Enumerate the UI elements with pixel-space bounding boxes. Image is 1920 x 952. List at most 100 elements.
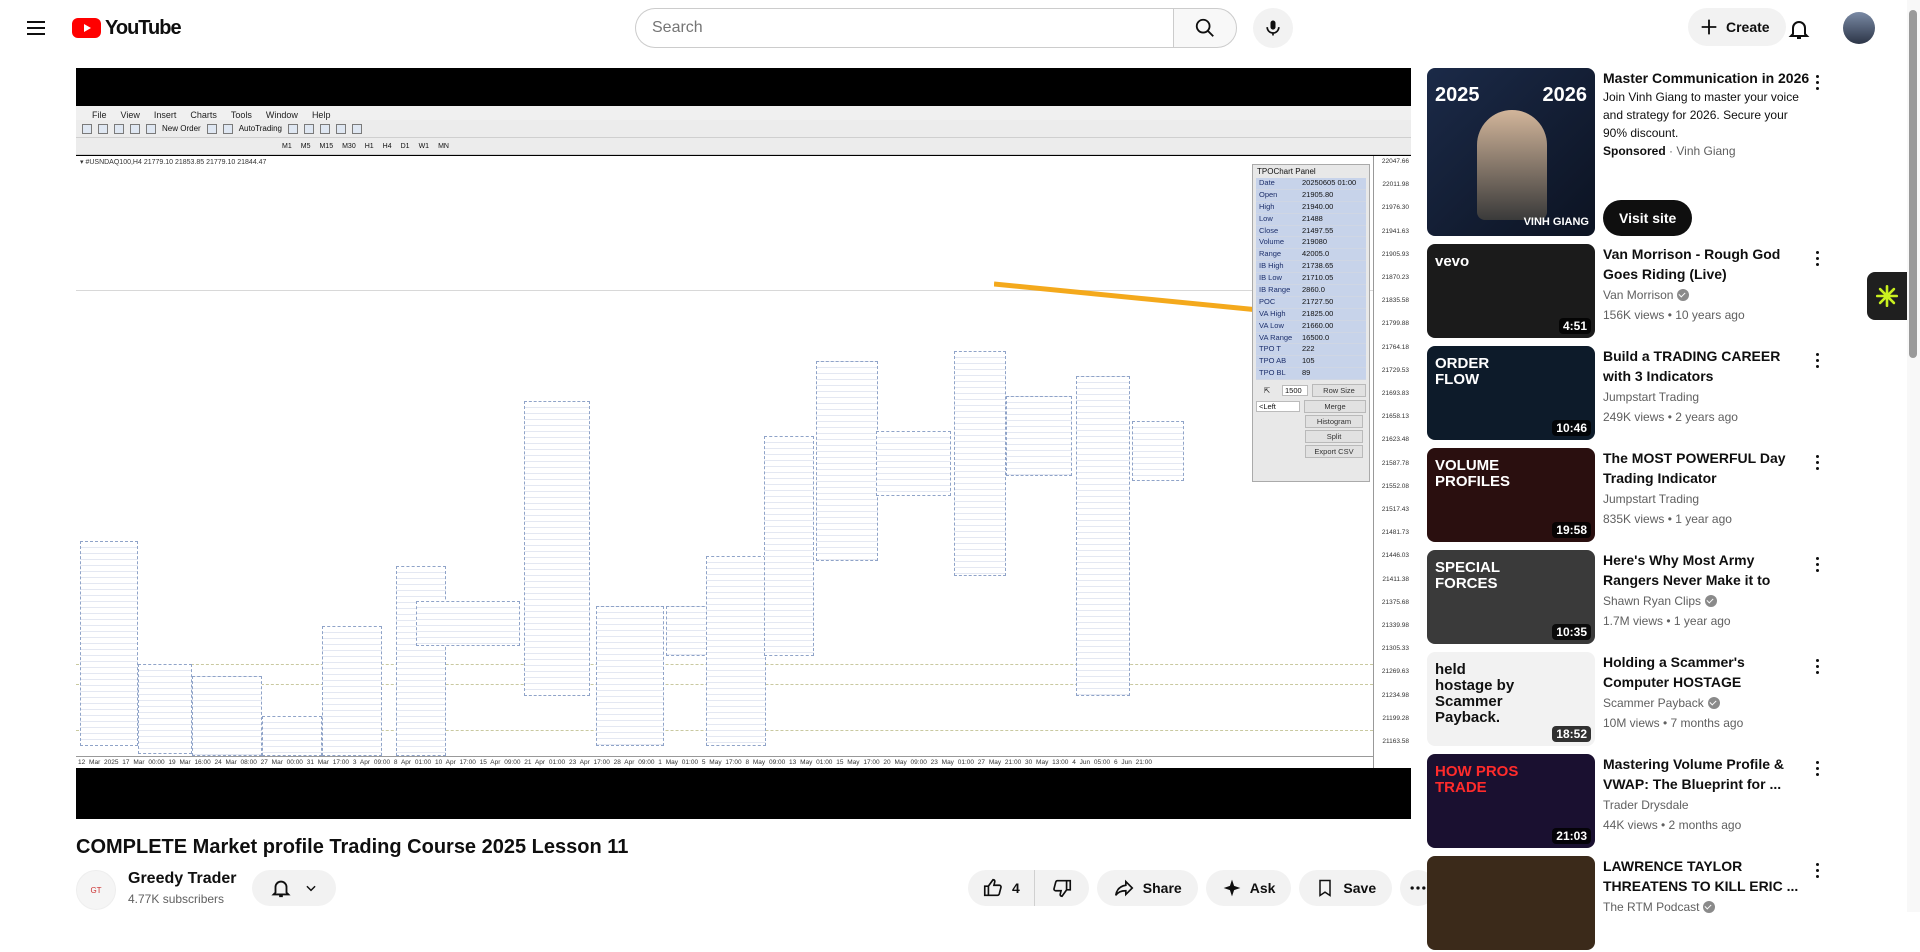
video-menu-icon[interactable] bbox=[1809, 758, 1825, 778]
video-title[interactable]: Van Morrison - Rough God Goes Riding (Li… bbox=[1603, 244, 1805, 284]
search-input[interactable] bbox=[652, 19, 1173, 37]
video-title[interactable]: Mastering Volume Profile & VWAP: The Blu… bbox=[1603, 754, 1805, 794]
video-menu-icon[interactable] bbox=[1809, 656, 1825, 676]
tpo-row-value: 20250605 01:00 bbox=[1302, 178, 1357, 187]
recommended-video[interactable]: SPECIAL FORCES 10:35 Here's Why Most Army … bbox=[1427, 550, 1825, 646]
video-title[interactable]: LAWRENCE TAYLOR THREATENS TO KILL ERIC .… bbox=[1603, 856, 1805, 896]
hamburger-menu-icon[interactable] bbox=[16, 8, 56, 48]
notifications-button[interactable] bbox=[1779, 9, 1819, 49]
subscription-bell-button[interactable] bbox=[252, 870, 336, 906]
microphone-icon bbox=[1266, 20, 1280, 36]
visit-site-button[interactable]: Visit site bbox=[1603, 200, 1693, 236]
price-tick-label: 21552.08 bbox=[1381, 482, 1409, 490]
tpo-profile bbox=[80, 541, 138, 746]
tpo-row-key: TPO T bbox=[1259, 344, 1281, 354]
price-tick-label: 21905.93 bbox=[1381, 250, 1409, 258]
create-button[interactable]: Create bbox=[1688, 8, 1786, 46]
tpo-profile bbox=[416, 601, 520, 646]
thumbnail-text: ORDER FLOW bbox=[1435, 355, 1490, 388]
video-channel[interactable]: Jumpstart Trading bbox=[1603, 390, 1699, 404]
ad-thumbnail[interactable]: 2025 2026 VINH GIANG bbox=[1427, 68, 1595, 236]
tpo-row-key: POC bbox=[1259, 296, 1276, 306]
timeframe-m5: M5 bbox=[300, 142, 311, 150]
recommended-video[interactable]: VOLUME PROFILES 19:58 The MOST POWERFUL Da… bbox=[1427, 448, 1825, 544]
price-tick-label: 21305.33 bbox=[1381, 645, 1409, 653]
video-meta: 835K views • 1 year ago bbox=[1603, 512, 1732, 526]
voice-search-button[interactable] bbox=[1253, 8, 1293, 48]
ask-label: Ask bbox=[1249, 880, 1276, 896]
share-icon bbox=[1114, 879, 1134, 897]
video-menu-icon[interactable] bbox=[1809, 860, 1825, 880]
tpo-row-key: VA High bbox=[1259, 308, 1286, 318]
video-title[interactable]: Holding a Scammer's Computer HOSTAGE bbox=[1603, 652, 1805, 692]
price-tick-label: 21764.18 bbox=[1381, 343, 1409, 351]
ad-menu-icon[interactable] bbox=[1809, 72, 1825, 92]
tpo-panel-row: TPO T 222 bbox=[1256, 344, 1366, 357]
youtube-logo[interactable]: YouTube bbox=[72, 16, 182, 40]
price-tick-label: 21234.98 bbox=[1381, 691, 1409, 699]
recommended-video[interactable]: ORDER FLOW 10:46 Build a TRADING CAREER wi… bbox=[1427, 346, 1825, 442]
video-thumbnail[interactable]: VOLUME PROFILES 19:58 bbox=[1427, 448, 1595, 542]
account-avatar[interactable] bbox=[1843, 12, 1875, 44]
video-thumbnail[interactable]: held hostage by Scammer Payback. 18:52 bbox=[1427, 652, 1595, 746]
video-channel[interactable]: Shawn Ryan Clips bbox=[1603, 594, 1718, 608]
video-menu-icon[interactable] bbox=[1809, 350, 1825, 370]
dislike-button[interactable] bbox=[1035, 870, 1089, 906]
left-select: <Left bbox=[1256, 401, 1300, 413]
sponsored-ad[interactable]: 2025 2026 VINH GIANG Master Communicatio… bbox=[1427, 68, 1825, 236]
video-thumbnail[interactable] bbox=[1427, 856, 1595, 950]
channel-name[interactable]: Greedy Trader bbox=[128, 870, 237, 888]
price-tick-label: 21976.30 bbox=[1381, 204, 1409, 212]
save-button[interactable]: Save bbox=[1299, 870, 1393, 906]
recommended-video[interactable]: HOW PROS TRADE 21:03 Mastering Volume Prof… bbox=[1427, 754, 1825, 850]
thumbs-up-icon bbox=[983, 878, 1002, 897]
video-channel[interactable]: Van Morrison bbox=[1603, 288, 1690, 302]
tpo-profile bbox=[954, 351, 1006, 576]
toolbar-icon bbox=[206, 123, 217, 134]
search-button[interactable] bbox=[1173, 8, 1237, 48]
video-thumbnail[interactable]: vevo 4:51 bbox=[1427, 244, 1595, 338]
tpo-row-value: 105 bbox=[1302, 356, 1315, 366]
tpo-panel-title: TPOChart Panel bbox=[1257, 167, 1316, 176]
tpo-profile bbox=[1132, 421, 1184, 481]
video-title[interactable]: The MOST POWERFUL Day Trading Indicator bbox=[1603, 448, 1805, 488]
search-box[interactable] bbox=[635, 8, 1173, 48]
like-button[interactable]: 4 bbox=[968, 870, 1035, 906]
assistant-widget-button[interactable] bbox=[1867, 272, 1907, 320]
page-scrollbar[interactable] bbox=[1907, 0, 1920, 912]
video-thumbnail[interactable]: ORDER FLOW 10:46 bbox=[1427, 346, 1595, 440]
tpo-row-key: High bbox=[1259, 201, 1275, 211]
tpo-panel-row: Volume 219080 bbox=[1256, 237, 1366, 250]
video-player[interactable]: File View Insert Charts Tools Window Hel… bbox=[76, 68, 1411, 819]
timeframe-w1: W1 bbox=[418, 142, 430, 150]
ad-title[interactable]: Master Communication in 2026 bbox=[1603, 68, 1813, 88]
video-channel[interactable]: Scammer Payback bbox=[1603, 696, 1720, 710]
scrollbar-thumb[interactable] bbox=[1909, 10, 1917, 358]
split-button: Split bbox=[1305, 430, 1363, 444]
video-title[interactable]: Build a TRADING CAREER with 3 Indicators bbox=[1603, 346, 1805, 386]
recommended-video[interactable]: LAWRENCE TAYLOR THREATENS TO KILL ERIC .… bbox=[1427, 856, 1825, 952]
ask-button[interactable]: Ask bbox=[1205, 870, 1292, 906]
video-thumbnail[interactable]: SPECIAL FORCES 10:35 bbox=[1427, 550, 1595, 644]
recommended-video[interactable]: vevo 4:51 Van Morrison - Rough God Goes Ri… bbox=[1427, 244, 1825, 340]
search-icon bbox=[1195, 18, 1214, 37]
recommended-video[interactable]: held hostage by Scammer Payback. 18:52 Hol… bbox=[1427, 652, 1825, 748]
video-channel[interactable]: Trader Drysdale bbox=[1603, 798, 1689, 812]
bell-icon bbox=[271, 880, 291, 898]
price-tick-label: 21623.48 bbox=[1381, 436, 1409, 444]
tpo-row-value: 222 bbox=[1302, 344, 1315, 354]
video-menu-icon[interactable] bbox=[1809, 554, 1825, 574]
video-title[interactable]: Here's Why Most Army Rangers Never Make … bbox=[1603, 550, 1805, 590]
video-menu-icon[interactable] bbox=[1809, 452, 1825, 472]
tpo-row-key: Volume bbox=[1259, 237, 1285, 247]
price-tick-label: 21411.38 bbox=[1382, 575, 1409, 583]
channel-avatar[interactable]: GT bbox=[76, 870, 116, 910]
video-channel[interactable]: Jumpstart Trading bbox=[1603, 492, 1699, 506]
video-duration: 21:03 bbox=[1552, 828, 1591, 844]
share-button[interactable]: Share bbox=[1096, 870, 1198, 906]
video-thumbnail[interactable]: HOW PROS TRADE 21:03 bbox=[1427, 754, 1595, 848]
ad-thumb-year-right: 2026 bbox=[1542, 84, 1588, 106]
video-menu-icon[interactable] bbox=[1809, 248, 1825, 268]
price-tick-label: 21658.13 bbox=[1381, 413, 1409, 421]
tpo-profile bbox=[706, 556, 766, 746]
